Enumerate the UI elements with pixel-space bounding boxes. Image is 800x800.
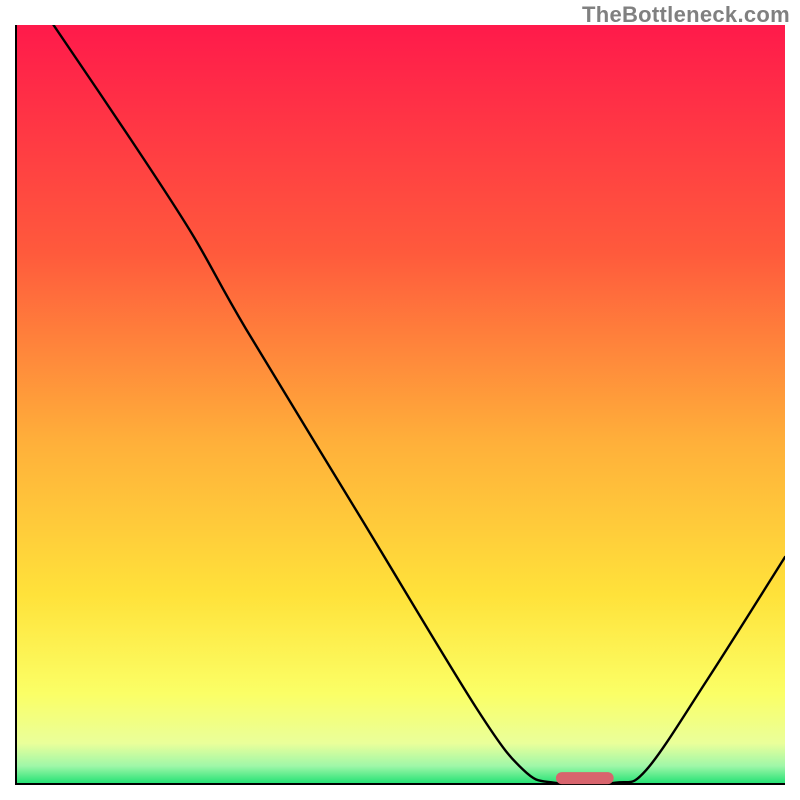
plot-area: [15, 25, 785, 785]
optimal-range-marker: [556, 772, 614, 784]
chart-svg: [15, 25, 785, 785]
chart-stage: TheBottleneck.com: [0, 0, 800, 800]
